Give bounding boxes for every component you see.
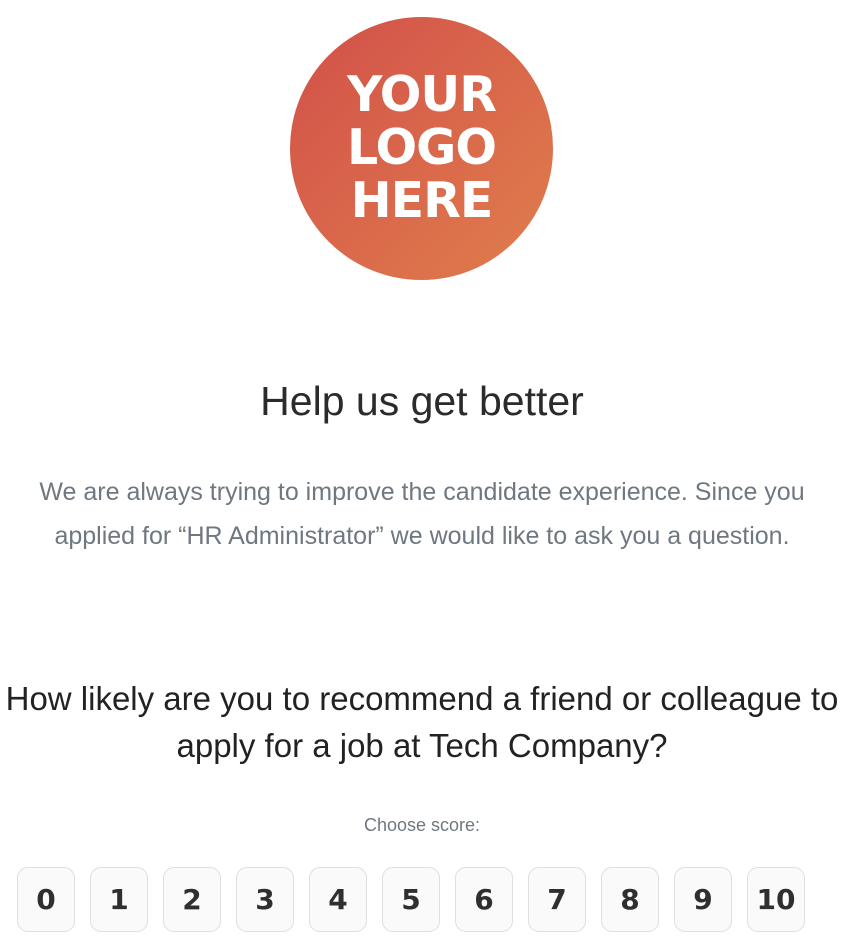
- survey-question: How likely are you to recommend a friend…: [5, 680, 839, 764]
- score-button-1[interactable]: 1: [90, 867, 148, 932]
- score-button-6[interactable]: 6: [455, 867, 513, 932]
- score-button-10[interactable]: 10: [747, 867, 805, 932]
- score-button-2[interactable]: 2: [163, 867, 221, 932]
- score-button-5[interactable]: 5: [382, 867, 440, 932]
- intro-text: We are always trying to improve the cand…: [39, 478, 805, 550]
- score-button-9[interactable]: 9: [674, 867, 732, 932]
- page-title: Help us get better: [260, 378, 584, 424]
- score-button-8[interactable]: 8: [601, 867, 659, 932]
- company-logo: YOUR LOGO HERE: [290, 17, 553, 280]
- score-button-0[interactable]: 0: [17, 867, 75, 932]
- score-button-3[interactable]: 3: [236, 867, 294, 932]
- logo-text: YOUR LOGO HERE: [346, 66, 497, 229]
- choose-score-label: Choose score:: [363, 815, 481, 835]
- score-button-4[interactable]: 4: [309, 867, 367, 932]
- score-button-7[interactable]: 7: [528, 867, 586, 932]
- score-options: 0 1 2 3 4 5 6 7 8 9 10: [17, 867, 805, 932]
